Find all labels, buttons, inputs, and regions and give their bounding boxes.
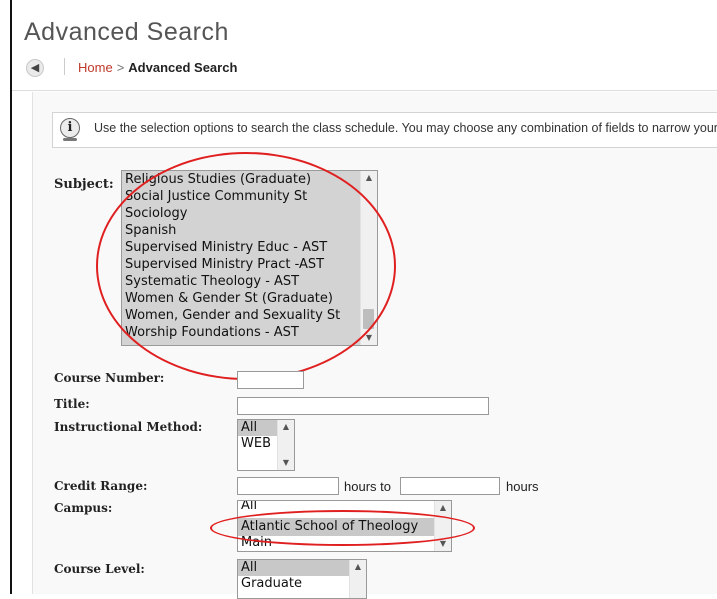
scroll-down-arrow-icon[interactable]: ▼	[278, 456, 294, 470]
credit-to-input[interactable]	[400, 477, 500, 495]
course-number-label: Course Number:	[54, 371, 165, 385]
instructional-method-label: Instructional Method:	[54, 420, 203, 434]
course-level-listbox[interactable]: All Graduate ▲	[237, 559, 367, 599]
method-option[interactable]: All	[238, 420, 278, 436]
page-title: Advanced Search	[24, 18, 229, 46]
credit-hours-text: hours	[506, 479, 539, 494]
subject-label: Subject:	[54, 177, 114, 192]
scroll-up-arrow-icon[interactable]: ▲	[361, 171, 377, 185]
info-icon: i	[60, 118, 80, 138]
scroll-up-arrow-icon[interactable]: ▲	[350, 560, 366, 574]
campus-label: Campus:	[54, 501, 113, 515]
breadcrumb-home-link[interactable]: Home	[78, 60, 113, 75]
course-level-label: Course Level:	[54, 562, 145, 576]
breadcrumb-divider	[64, 58, 65, 75]
credit-hours-to-text: hours to	[344, 479, 391, 494]
course-level-option[interactable]: All	[238, 560, 350, 576]
info-text: Use the selection options to search the …	[94, 121, 717, 135]
title-input[interactable]	[237, 397, 489, 415]
breadcrumb-separator: >	[116, 60, 125, 75]
instructional-method-listbox[interactable]: All WEB ▲ ▼	[237, 419, 295, 471]
info-icon-base	[63, 138, 77, 141]
credit-range-label: Credit Range:	[54, 479, 148, 493]
credit-from-input[interactable]	[237, 477, 339, 495]
scroll-up-arrow-icon[interactable]: ▲	[435, 501, 451, 515]
course-level-scrollbar[interactable]: ▲	[349, 560, 366, 598]
header-divider	[12, 90, 717, 91]
annotation-circle-subject	[96, 152, 396, 380]
breadcrumb-current: Advanced Search	[128, 60, 238, 75]
course-level-option[interactable]: Graduate	[238, 576, 366, 592]
title-label: Title:	[54, 397, 90, 411]
scroll-up-arrow-icon[interactable]: ▲	[278, 420, 294, 434]
annotation-oval-campus	[210, 510, 475, 546]
course-number-input[interactable]	[237, 371, 304, 389]
breadcrumb: Home > Advanced Search	[78, 60, 237, 75]
method-scrollbar[interactable]: ▲ ▼	[277, 420, 294, 470]
back-arrow-icon[interactable]: ◀	[26, 59, 44, 77]
